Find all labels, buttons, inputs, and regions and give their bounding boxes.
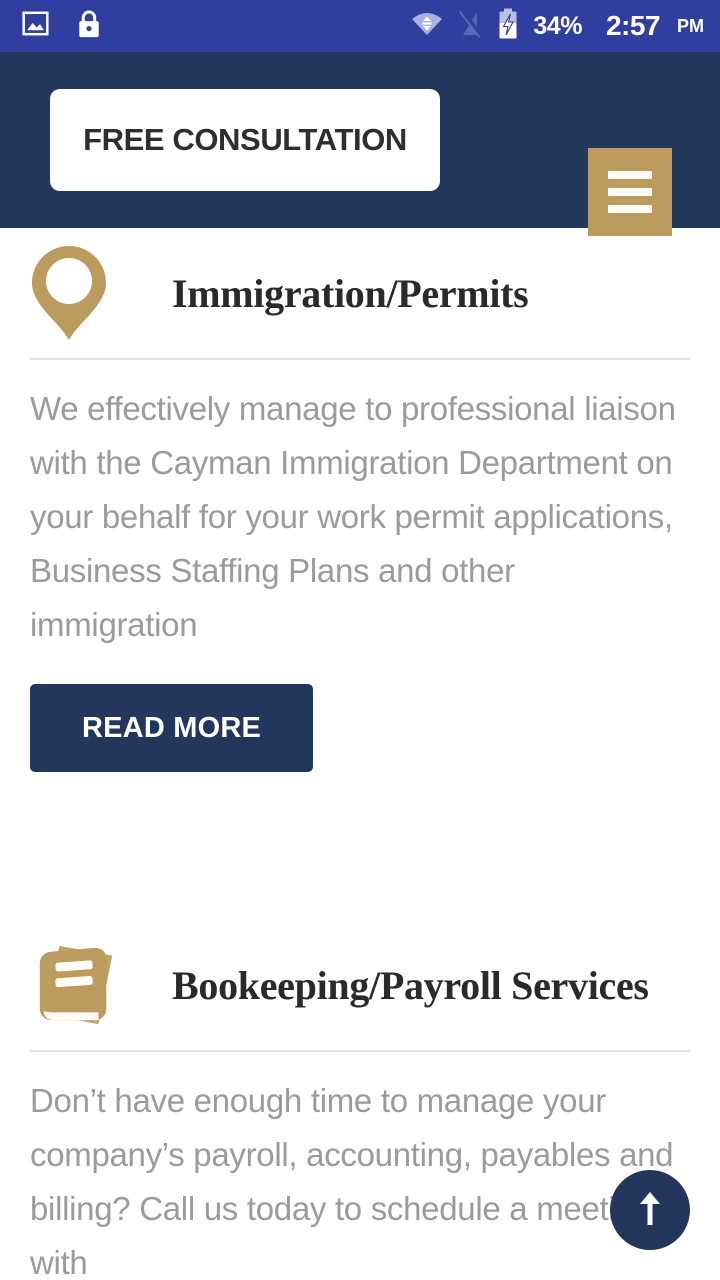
menu-bar-top bbox=[608, 171, 652, 179]
hamburger-menu-icon[interactable] bbox=[588, 148, 672, 236]
battery-percent-label: 34% bbox=[533, 11, 582, 40]
wifi-icon bbox=[411, 10, 443, 43]
service-title: Bookeeping/Payroll Services bbox=[172, 962, 649, 1008]
services-list: Immigration/Permits We effectively manag… bbox=[0, 228, 720, 1280]
status-bar: 34% 2:57 PM bbox=[0, 0, 720, 52]
menu-bar-bottom bbox=[608, 205, 652, 213]
service-card-immigration: Immigration/Permits We effectively manag… bbox=[0, 228, 720, 772]
signal-off-icon bbox=[457, 8, 484, 44]
read-more-button[interactable]: READ MORE bbox=[30, 684, 313, 772]
screenshot-image-icon bbox=[22, 10, 49, 42]
free-consultation-label: FREE CONSULTATION bbox=[83, 122, 407, 157]
service-title: Immigration/Permits bbox=[172, 270, 529, 316]
battery-charging-icon bbox=[497, 8, 519, 45]
book-icon bbox=[30, 939, 120, 1031]
service-card-bookkeeping: Bookeeping/Payroll Services Don’t have e… bbox=[0, 920, 720, 1280]
service-description: We effectively manage to professional li… bbox=[30, 390, 676, 643]
menu-bar-middle bbox=[608, 188, 652, 196]
status-bar-left-icons bbox=[0, 8, 103, 45]
service-header: Bookeeping/Payroll Services bbox=[0, 920, 720, 1050]
status-bar-right-icons: 34% 2:57 PM bbox=[411, 8, 720, 45]
arrow-up-icon bbox=[637, 1189, 663, 1232]
scroll-to-top-button[interactable] bbox=[610, 1170, 690, 1250]
map-pin-icon bbox=[30, 243, 120, 343]
service-description: Don’t have enough time to manage your co… bbox=[30, 1082, 674, 1280]
service-header: Immigration/Permits bbox=[0, 228, 720, 358]
mobile-screen: 34% 2:57 PM FREE CONSULTATION Immigratio… bbox=[0, 0, 720, 1280]
lock-icon bbox=[75, 8, 103, 45]
clock-time: 2:57 bbox=[605, 10, 661, 41]
site-header: FREE CONSULTATION bbox=[0, 52, 720, 236]
clock-ampm: PM bbox=[677, 15, 704, 36]
free-consultation-button[interactable]: FREE CONSULTATION bbox=[50, 89, 440, 191]
